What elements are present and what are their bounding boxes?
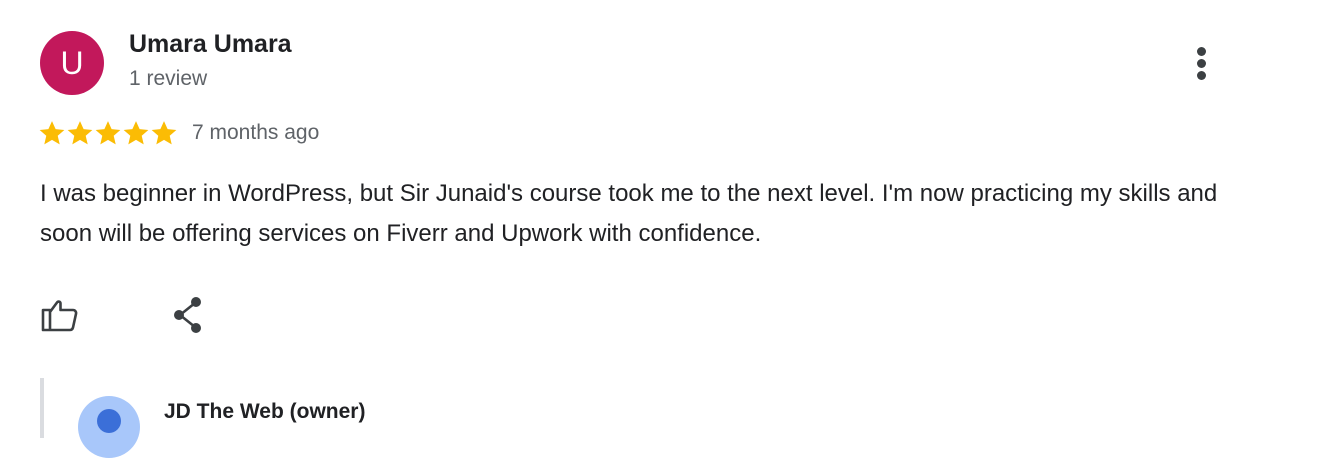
review-text: I was beginner in WordPress, but Sir Jun… xyxy=(40,180,1218,247)
share-icon xyxy=(174,297,201,333)
owner-avatar[interactable] xyxy=(78,396,140,458)
owner-name: JD The Web (owner) xyxy=(164,400,366,423)
more-vert-icon-dot xyxy=(1197,71,1206,80)
rating-row: 7 months ago xyxy=(38,117,319,149)
more-options-button[interactable] xyxy=(1186,43,1218,83)
like-button[interactable] xyxy=(38,293,82,337)
star-icon xyxy=(151,121,177,145)
reviewer-avatar[interactable]: U xyxy=(40,31,104,95)
star-icon xyxy=(95,121,121,145)
star-icon xyxy=(123,121,149,145)
more-vert-icon-dot xyxy=(1197,47,1206,56)
star-rating xyxy=(38,119,178,147)
star-icon xyxy=(39,121,65,145)
reviewer-name[interactable]: Umara Umara xyxy=(129,30,292,59)
more-vert-icon-dot xyxy=(1197,59,1206,68)
review-count: 1 review xyxy=(129,67,208,90)
star-icon xyxy=(67,121,93,145)
share-button[interactable] xyxy=(168,294,210,336)
owner-reply: JD The Web (owner) xyxy=(40,378,644,458)
review-date: 7 months ago xyxy=(192,121,320,144)
thumbs-up-icon xyxy=(41,300,78,332)
owner-avatar-icon xyxy=(97,409,121,433)
